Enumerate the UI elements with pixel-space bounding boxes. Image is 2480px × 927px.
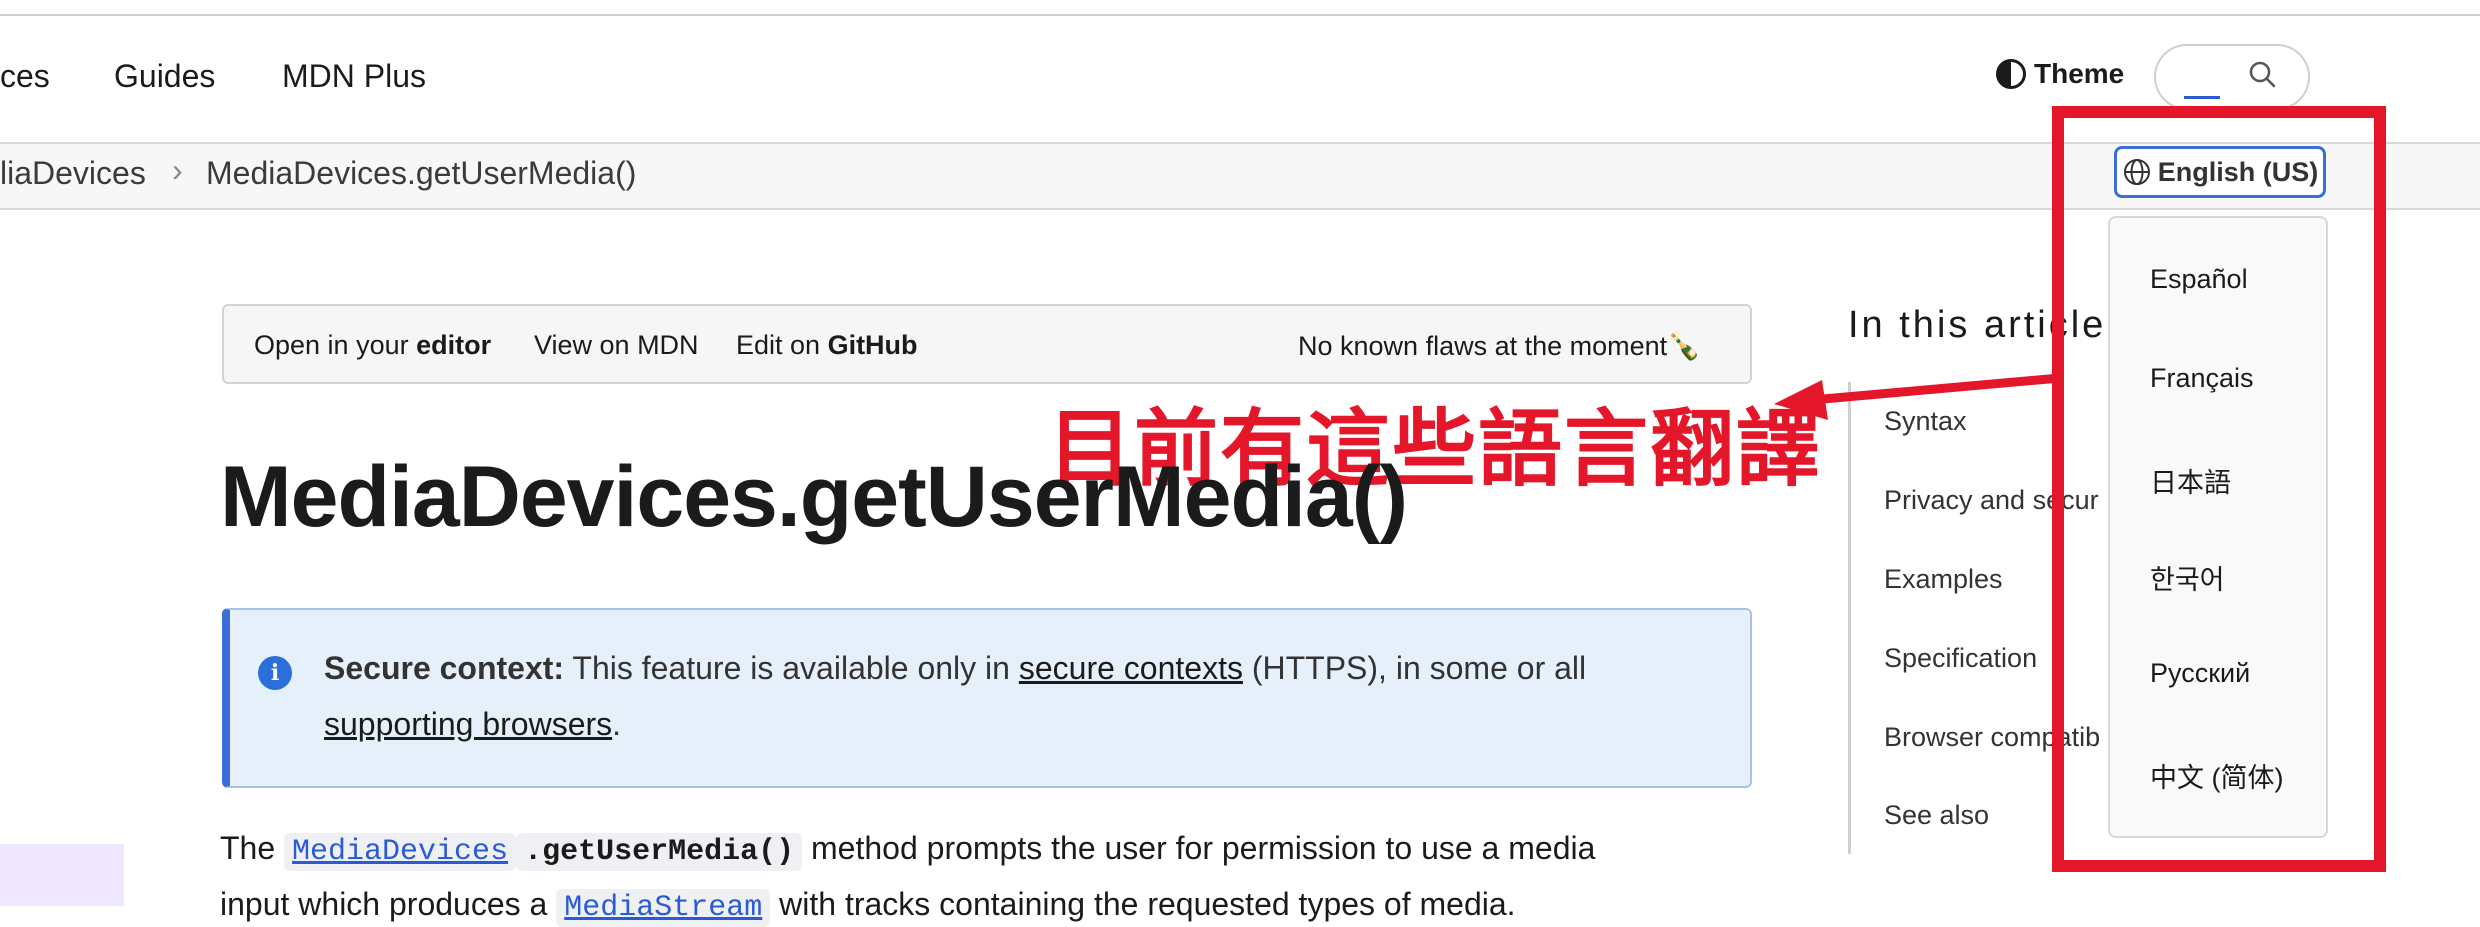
getusermedia-code: .getUserMedia(): [516, 833, 803, 871]
flaws-status[interactable]: No known flaws at the moment🍾: [1298, 330, 1701, 362]
intro-paragraph-line-2: input which produces a MediaStream with …: [220, 886, 1516, 927]
top-border: [0, 0, 2480, 16]
search-caret: [2184, 96, 2220, 99]
page-title: MediaDevices.getUserMedia(): [220, 449, 1408, 545]
toc-item-examples[interactable]: Examples: [1884, 564, 2003, 595]
theme-button[interactable]: Theme: [1996, 58, 2124, 90]
breadcrumb-item-mediadevices[interactable]: liaDevices: [0, 155, 146, 192]
toc-item-see-also[interactable]: See also: [1884, 800, 1989, 831]
nav-link-mdn-plus[interactable]: MDN Plus: [282, 58, 426, 95]
nav-link-references[interactable]: ces: [0, 58, 50, 95]
search-input[interactable]: [2154, 44, 2310, 110]
toc-item-specifications[interactable]: Specification: [1884, 643, 2037, 674]
mediastream-link[interactable]: MediaStream: [564, 891, 762, 925]
open-in-editor-link[interactable]: Open in your editor: [254, 330, 491, 361]
breadcrumb-separator: ›: [172, 152, 183, 188]
edit-on-github-link[interactable]: Edit on GitHub: [736, 330, 918, 361]
sidebar-highlight: [0, 844, 124, 906]
annotation-highlight-box: [2052, 106, 2386, 872]
notice-line-2: supporting browsers.: [324, 706, 622, 742]
contrast-icon: [1996, 59, 2026, 89]
theme-label: Theme: [2034, 58, 2125, 89]
search-icon: [2249, 61, 2276, 88]
supporting-browsers-link[interactable]: supporting browsers: [324, 706, 612, 742]
view-on-mdn-link[interactable]: View on MDN: [534, 330, 699, 361]
toc-rail: [1848, 382, 1851, 854]
secure-context-notice: [222, 608, 1752, 788]
nav-link-guides[interactable]: Guides: [114, 58, 215, 95]
secure-contexts-link[interactable]: secure contexts: [1019, 650, 1243, 686]
notice-line-1: Secure context: This feature is availabl…: [324, 650, 1587, 686]
breadcrumb-item-current: MediaDevices.getUserMedia(): [206, 155, 637, 191]
info-icon: i: [258, 656, 292, 690]
mediadevices-link[interactable]: MediaDevices: [292, 835, 508, 869]
intro-paragraph-line-1: The MediaDevices .getUserMedia() method p…: [220, 830, 1596, 871]
